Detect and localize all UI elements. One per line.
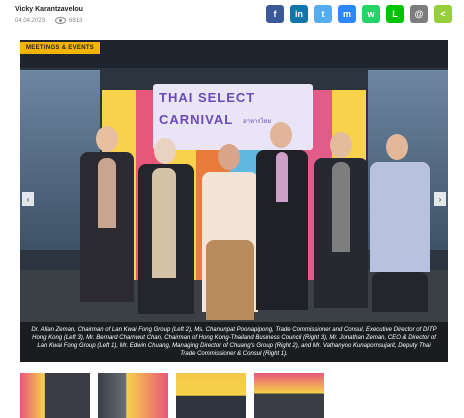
whatsapp-share-icon[interactable]: w [362,5,380,23]
thumbnail-3[interactable] [176,373,246,418]
share-share-icon[interactable]: < [434,5,452,23]
line-share-icon[interactable]: L [386,5,404,23]
publish-date: 04.04.2023 [15,17,46,24]
prev-arrow-icon[interactable]: ‹ [22,192,34,206]
twitter-share-icon[interactable]: t [314,5,332,23]
facebook-share-icon[interactable]: f [266,5,284,23]
banner-subtitle: อาหารไทย [243,119,272,125]
eye-icon [55,17,67,24]
thumbnail-4[interactable] [254,373,324,418]
banner-line-2: CARNIVAL [159,112,234,127]
thumbnail-1[interactable] [20,373,90,418]
category-badge[interactable]: MEETINGS & EVENTS [20,42,101,54]
article-header: Vicky Karantzavelou 04.04.2023 6813 f in t… [0,0,464,36]
next-arrow-icon[interactable]: › [434,192,446,206]
article-meta: 04.04.2023 6813 [15,17,82,24]
banner-line-1: THAI SELECT [159,90,256,105]
messenger-share-icon[interactable]: m [338,5,356,23]
linkedin-share-icon[interactable]: in [290,5,308,23]
share-bar: f in t m w L @ < [266,5,452,23]
image-caption: Dr. Allan Zeman, Chairman of Lan Kwai Fo… [20,322,448,362]
view-count: 6813 [69,17,83,24]
thumbnail-2[interactable] [98,373,168,418]
hero-image-slider[interactable]: THAI SELECT CARNIVAL อาหารไทย MEETINGS &… [20,40,448,362]
author-name[interactable]: Vicky Karantzavelou [15,6,83,13]
thumbnail-strip [20,373,324,418]
email-share-icon[interactable]: @ [410,5,428,23]
